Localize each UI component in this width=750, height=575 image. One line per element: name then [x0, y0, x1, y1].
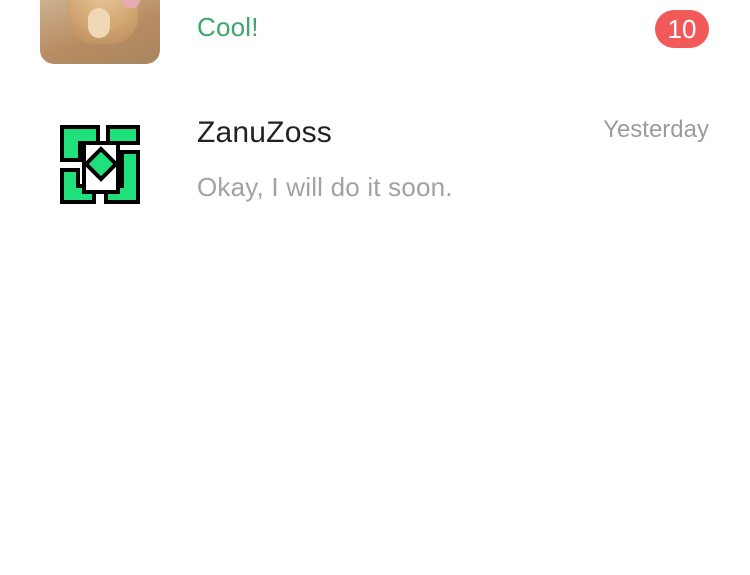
- chat-list-screen: Cool! 10 ZanuZoss Yesterday Okay, I will…: [0, 0, 750, 575]
- chat-timestamp: Yesterday: [603, 116, 709, 143]
- chat-list-item[interactable]: ZanuZoss Yesterday Okay, I will do it so…: [0, 110, 750, 230]
- zanuzoss-avatar[interactable]: [40, 110, 160, 230]
- cat-paw-shape: [88, 8, 110, 38]
- chat-contact-name: ZanuZoss: [197, 116, 332, 149]
- chat-list-item[interactable]: Cool! 10: [0, 0, 750, 90]
- cat-photo-image: [40, 0, 160, 64]
- chat-message-preview: Cool!: [197, 12, 259, 42]
- cat-avatar[interactable]: [40, 0, 160, 64]
- zanuzoss-logo-icon: [60, 125, 140, 204]
- chat-message-preview: Okay, I will do it soon.: [197, 172, 453, 202]
- unread-count-badge: 10: [655, 10, 709, 48]
